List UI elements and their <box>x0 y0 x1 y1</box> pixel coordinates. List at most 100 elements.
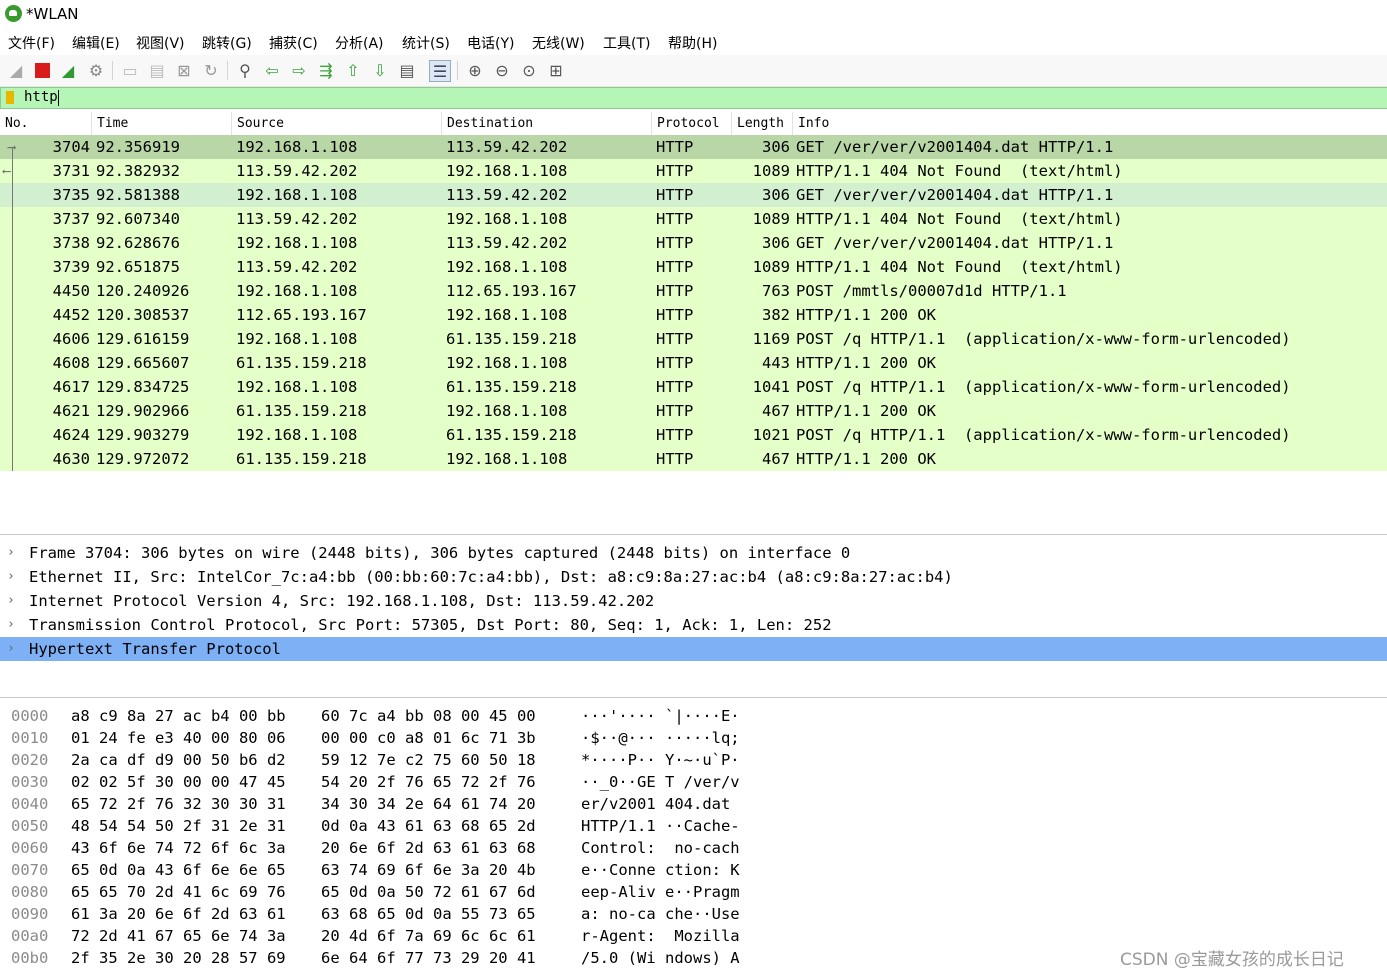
cell-length: 467 <box>762 402 790 420</box>
save-file-icon[interactable]: ▤ <box>147 60 167 80</box>
bytes-row[interactable]: 0060 43 6f 6e 74 72 6f 6c 3a 20 6e 6f 2d 6… <box>0 837 1387 859</box>
packet-bytes[interactable]: 0000 a8 c9 8a 27 ac b4 00 bb 60 7c a4 bb 0… <box>0 704 1387 976</box>
go-last-icon[interactable]: ⇩ <box>370 60 390 80</box>
packet-row[interactable]: 3731 92.382932 113.59.42.202 192.168.1.108 H… <box>0 159 1387 183</box>
bytes-row[interactable]: 0030 02 02 5f 30 00 00 47 45 54 20 2f 76 6… <box>0 771 1387 793</box>
menu-help[interactable]: 帮助(H) <box>668 33 717 53</box>
packet-row[interactable]: 3739 92.651875 113.59.42.202 192.168.1.108 H… <box>0 255 1387 279</box>
bytes-offset: 0090 <box>11 905 49 923</box>
packet-row[interactable]: 3704 92.356919 192.168.1.108 113.59.42.202 H… <box>0 135 1387 159</box>
bytes-hex-right: 63 74 69 6f 6e 3a 20 4b <box>321 861 536 879</box>
menu-tools[interactable]: 工具(T) <box>603 33 650 53</box>
conversation-line-icon <box>12 207 13 231</box>
column-info[interactable]: Info <box>793 112 1387 135</box>
expand-chevron-icon[interactable]: › <box>7 565 15 589</box>
bytes-hex-left: 65 65 70 2d 41 6c 69 76 <box>71 883 286 901</box>
packet-row[interactable]: 4606 129.616159 192.168.1.108 61.135.159.21… <box>0 327 1387 351</box>
menu-wireless[interactable]: 无线(W) <box>532 33 585 53</box>
packet-row[interactable]: 4608 129.665607 61.135.159.218 192.168.1.10… <box>0 351 1387 375</box>
go-to-packet-icon[interactable]: ⇶ <box>316 60 336 80</box>
cell-protocol: HTTP <box>656 210 694 228</box>
menu-go[interactable]: 跳转(G) <box>202 33 252 53</box>
expand-chevron-icon[interactable]: › <box>7 589 15 613</box>
window-title: *WLAN <box>26 5 79 23</box>
cell-protocol: HTTP <box>656 354 694 372</box>
column-protocol[interactable]: Protocol <box>652 112 732 135</box>
cell-info: POST /mmtls/00007d1d HTTP/1.1 <box>796 282 1067 300</box>
bytes-row[interactable]: 0020 2a ca df d9 00 50 b6 d2 59 12 7e c2 7… <box>0 749 1387 771</box>
go-first-icon[interactable]: ⇧ <box>343 60 363 80</box>
packet-row[interactable]: 3735 92.581388 192.168.1.108 113.59.42.202 H… <box>0 183 1387 207</box>
bytes-row[interactable]: 0080 65 65 70 2d 41 6c 69 76 65 0d 0a 50 7… <box>0 881 1387 903</box>
detail-tcp[interactable]: › Transmission Control Protocol, Src Por… <box>0 613 1387 637</box>
restart-capture-icon[interactable]: ◢ <box>58 60 78 80</box>
bytes-row[interactable]: 0090 61 3a 20 6e 6f 2d 63 61 63 68 65 0d 0… <box>0 903 1387 925</box>
detail-ethernet[interactable]: › Ethernet II, Src: IntelCor_7c:a4:bb (0… <box>0 565 1387 589</box>
shark-fin-start-icon[interactable]: ◢ <box>6 60 26 80</box>
column-length[interactable]: Length <box>732 112 793 135</box>
menu-statistics[interactable]: 统计(S) <box>402 33 450 53</box>
capture-options-icon[interactable]: ⚙ <box>86 60 106 80</box>
detail-frame[interactable]: › Frame 3704: 306 bytes on wire (2448 bi… <box>0 541 1387 565</box>
cell-length: 1169 <box>752 330 790 348</box>
bytes-row[interactable]: 0000 a8 c9 8a 27 ac b4 00 bb 60 7c a4 bb 0… <box>0 705 1387 727</box>
menu-capture[interactable]: 捕获(C) <box>269 33 318 53</box>
column-source[interactable]: Source <box>232 112 442 135</box>
expand-chevron-icon[interactable]: › <box>7 637 15 661</box>
reload-file-icon[interactable]: ↻ <box>201 60 221 80</box>
resize-columns-icon[interactable]: ⊞ <box>546 60 566 80</box>
go-forward-icon[interactable]: ⇨ <box>289 60 309 80</box>
packet-row[interactable]: 4450 120.240926 192.168.1.108 112.65.193.16… <box>0 279 1387 303</box>
menu-file[interactable]: 文件(F) <box>8 33 55 53</box>
menu-view[interactable]: 视图(V) <box>136 33 185 53</box>
find-packet-icon[interactable]: ⚲ <box>235 60 255 80</box>
expand-chevron-icon[interactable]: › <box>7 541 15 565</box>
cell-no: 4621 <box>52 402 90 420</box>
bytes-row[interactable]: 0040 65 72 2f 76 32 30 30 31 34 30 34 2e 6… <box>0 793 1387 815</box>
detail-ipv4[interactable]: › Internet Protocol Version 4, Src: 192.… <box>0 589 1387 613</box>
bytes-hex-right: 34 30 34 2e 64 61 74 20 <box>321 795 536 813</box>
cell-length: 382 <box>762 306 790 324</box>
menu-edit[interactable]: 编辑(E) <box>72 33 120 53</box>
conversation-line-icon <box>12 423 13 447</box>
bytes-offset: 0030 <box>11 773 49 791</box>
colorize-icon[interactable]: ☰ <box>429 60 451 82</box>
packet-row[interactable]: 4452 120.308537 112.65.193.167 192.168.1.10… <box>0 303 1387 327</box>
stop-capture-icon[interactable] <box>32 60 52 80</box>
bytes-ascii: ···'···· `|····E· <box>581 707 740 725</box>
menu-analyze[interactable]: 分析(A) <box>335 33 384 53</box>
zoom-out-icon[interactable]: ⊖ <box>492 60 512 80</box>
open-file-icon[interactable]: ▭ <box>120 60 140 80</box>
display-filter-input[interactable]: http <box>24 89 58 105</box>
bytes-row[interactable]: 0050 48 54 54 50 2f 31 2e 31 0d 0a 43 61 6… <box>0 815 1387 837</box>
bytes-row[interactable]: 0070 65 0d 0a 43 6f 6e 6e 65 63 74 69 6f 6… <box>0 859 1387 881</box>
packet-row[interactable]: 3737 92.607340 113.59.42.202 192.168.1.108 H… <box>0 207 1387 231</box>
cell-no: 4617 <box>52 378 90 396</box>
bytes-row[interactable]: 00a0 72 2d 41 67 65 6e 74 3a 20 4d 6f 7a 6… <box>0 925 1387 947</box>
bytes-ascii: er/v2001 404.dat <box>581 795 740 813</box>
menu-telephony[interactable]: 电话(Y) <box>467 33 514 53</box>
column-destination[interactable]: Destination <box>442 112 652 135</box>
packet-row[interactable]: 4621 129.902966 61.135.159.218 192.168.1.10… <box>0 399 1387 423</box>
display-filter-bar[interactable]: http <box>0 87 1387 109</box>
packet-row[interactable]: 4630 129.972072 61.135.159.218 192.168.1.10… <box>0 447 1387 471</box>
close-file-icon[interactable]: ⊠ <box>174 60 194 80</box>
packet-details[interactable]: › Frame 3704: 306 bytes on wire (2448 bi… <box>0 540 1387 698</box>
cell-no: 3739 <box>52 258 90 276</box>
zoom-normal-icon[interactable]: ⊙ <box>519 60 539 80</box>
filter-bookmark-icon[interactable] <box>6 91 14 104</box>
title-bar: *WLAN <box>0 0 1387 30</box>
expand-chevron-icon[interactable]: › <box>7 613 15 637</box>
packet-row[interactable]: 4617 129.834725 192.168.1.108 61.135.159.21… <box>0 375 1387 399</box>
column-no[interactable]: No. <box>0 112 92 135</box>
autoscroll-icon[interactable]: ▤ <box>397 60 417 80</box>
detail-http[interactable]: › Hypertext Transfer Protocol <box>0 637 1387 661</box>
column-time[interactable]: Time <box>92 112 232 135</box>
conversation-line-icon <box>12 327 13 351</box>
packet-row[interactable]: 4624 129.903279 192.168.1.108 61.135.159.21… <box>0 423 1387 447</box>
zoom-in-icon[interactable]: ⊕ <box>465 60 485 80</box>
packet-list[interactable]: No. Time Source Destination Protocol Len… <box>0 112 1387 535</box>
go-back-icon[interactable]: ⇦ <box>262 60 282 80</box>
packet-row[interactable]: 3738 92.628676 192.168.1.108 113.59.42.202 H… <box>0 231 1387 255</box>
bytes-row[interactable]: 0010 01 24 fe e3 40 00 80 06 00 00 c0 a8 0… <box>0 727 1387 749</box>
